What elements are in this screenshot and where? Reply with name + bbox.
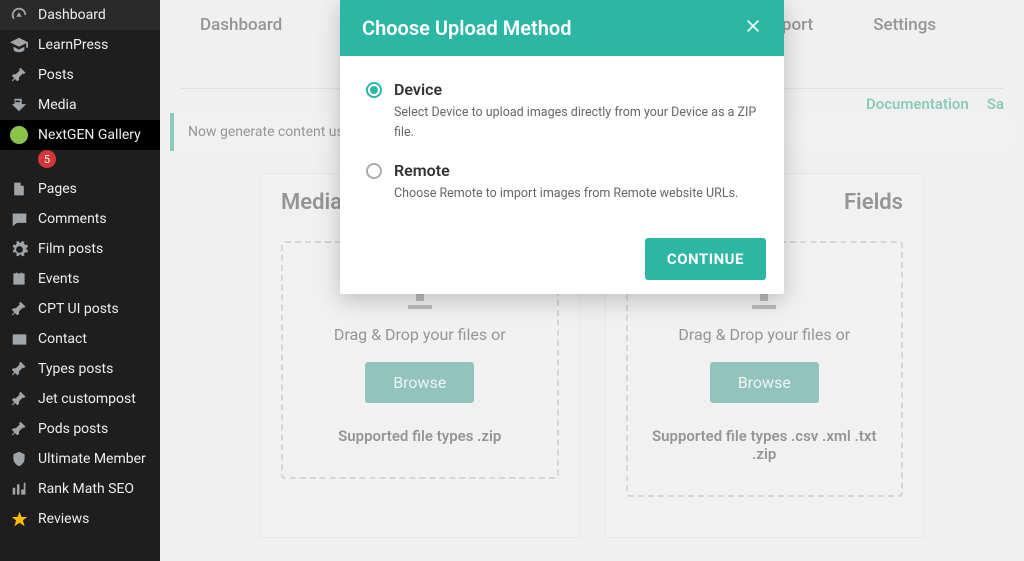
media-icon <box>10 96 28 114</box>
pin-icon <box>10 390 28 408</box>
sidebar-label: CPT UI posts <box>38 301 119 317</box>
pin-icon <box>10 66 28 84</box>
calendar-icon <box>10 270 28 288</box>
sidebar-label: Rank Math SEO <box>38 481 134 497</box>
radio-label: Remote <box>394 161 450 180</box>
radio-label: Device <box>394 80 442 99</box>
sidebar-item-learnpress[interactable]: LearnPress <box>0 30 160 60</box>
sidebar-label: Comments <box>38 211 107 227</box>
sidebar-item-pods[interactable]: Pods posts <box>0 414 160 444</box>
pin-icon <box>10 300 28 318</box>
sidebar-label: Film posts <box>38 241 103 257</box>
sidebar-label: LearnPress <box>38 37 108 53</box>
sidebar-label: Types posts <box>38 361 113 377</box>
gauge-icon <box>10 6 28 24</box>
cap-icon <box>10 36 28 54</box>
comment-icon <box>10 210 28 228</box>
shield-icon <box>10 450 28 468</box>
sidebar-label: Media <box>38 97 77 113</box>
page-icon <box>10 180 28 198</box>
sidebar-item-jet[interactable]: Jet custompost <box>0 384 160 414</box>
update-badge: 5 <box>38 150 56 168</box>
sidebar-item-contact[interactable]: Contact <box>0 324 160 354</box>
sidebar-label: Dashboard <box>38 7 106 23</box>
modal-title: Choose Upload Method <box>362 16 571 40</box>
sidebar-item-rankmath[interactable]: Rank Math SEO <box>0 474 160 504</box>
sidebar-item-pages[interactable]: Pages <box>0 174 160 204</box>
sidebar-item-dashboard[interactable]: Dashboard <box>0 0 160 30</box>
sidebar-item-reviews[interactable]: Reviews <box>0 504 160 534</box>
sidebar-label: Posts <box>38 67 74 83</box>
pin-icon <box>10 420 28 438</box>
sidebar-label: Reviews <box>38 511 89 527</box>
gear-icon <box>10 240 28 258</box>
mail-icon <box>10 330 28 348</box>
continue-button[interactable]: CONTINUE <box>645 238 766 280</box>
sidebar-item-types[interactable]: Types posts <box>0 354 160 384</box>
dot-icon <box>10 126 28 144</box>
upload-method-modal: Choose Upload Method Device Select Devic… <box>340 0 784 294</box>
admin-sidebar: Dashboard LearnPress Posts Media NextGEN… <box>0 0 160 561</box>
sidebar-badge-row: 5 <box>0 150 160 174</box>
sidebar-label: Pods posts <box>38 421 108 437</box>
pin-icon <box>10 360 28 378</box>
sidebar-label: Jet custompost <box>38 391 136 407</box>
modal-header: Choose Upload Method <box>340 0 784 56</box>
radio-remote[interactable]: Remote <box>366 161 758 180</box>
radio-checked-icon <box>366 82 382 98</box>
modal-footer: CONTINUE <box>340 228 784 294</box>
sidebar-label: Events <box>38 271 79 287</box>
radio-desc: Select Device to upload images directly … <box>366 103 758 143</box>
sidebar-label: Ultimate Member <box>38 451 146 467</box>
sidebar-item-events[interactable]: Events <box>0 264 160 294</box>
star-icon <box>10 510 28 528</box>
sidebar-label: Contact <box>38 331 87 347</box>
sidebar-item-film[interactable]: Film posts <box>0 234 160 264</box>
sidebar-item-nextgen[interactable]: NextGEN Gallery <box>0 120 160 150</box>
sidebar-item-um[interactable]: Ultimate Member <box>0 444 160 474</box>
close-icon[interactable] <box>744 16 762 40</box>
modal-body: Device Select Device to upload images di… <box>340 56 784 228</box>
sidebar-item-cptui[interactable]: CPT UI posts <box>0 294 160 324</box>
sidebar-label: NextGEN Gallery <box>38 127 141 143</box>
sidebar-label: Pages <box>38 181 77 197</box>
sidebar-item-comments[interactable]: Comments <box>0 204 160 234</box>
radio-device[interactable]: Device <box>366 80 758 99</box>
radio-desc: Choose Remote to import images from Remo… <box>366 184 758 204</box>
chart-icon <box>10 480 28 498</box>
sidebar-item-posts[interactable]: Posts <box>0 60 160 90</box>
radio-unchecked-icon <box>366 163 382 179</box>
sidebar-item-media[interactable]: Media <box>0 90 160 120</box>
